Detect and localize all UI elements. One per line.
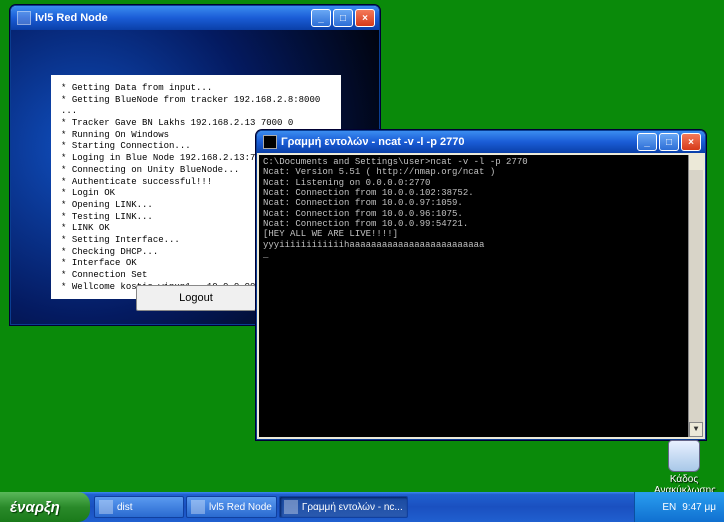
cmd-window: Γραμμή εντολών - ncat -v -l -p 2770 _ □ …: [256, 130, 706, 440]
desktop: lvl5 Red Node _ □ × Getting Data from in…: [0, 0, 724, 522]
maximize-button[interactable]: □: [333, 9, 353, 27]
log-line: Getting Data from input...: [61, 83, 331, 95]
cmd-line: Ncat: Connection from 10.0.0.97:1059.: [263, 198, 463, 208]
taskbar: έναρξη dist lvl5 Red Node Γραμμή εντολών…: [0, 492, 724, 522]
cmd-icon: [284, 500, 298, 514]
cmd-line: Ncat: Version 5.51 ( http://nmap.org/nca…: [263, 167, 495, 177]
logout-button[interactable]: Logout: [136, 285, 256, 311]
cmd-terminal[interactable]: C:\Documents and Settings\user>ncat -v -…: [259, 155, 703, 437]
language-indicator[interactable]: EN: [662, 502, 676, 513]
cmd-title: Γραμμή εντολών - ncat -v -l -p 2770: [281, 136, 637, 148]
start-button[interactable]: έναρξη: [0, 492, 90, 522]
folder-icon: [99, 500, 113, 514]
cmd-line: [HEY ALL WE ARE LIVE!!!!]: [263, 229, 398, 239]
cmd-line: Ncat: Connection from 10.0.0.99:54721.: [263, 219, 468, 229]
rednode-title: lvl5 Red Node: [35, 12, 311, 24]
scroll-down-icon[interactable]: ▼: [689, 422, 703, 437]
cmd-icon: [263, 135, 277, 149]
scroll-track[interactable]: [689, 170, 703, 422]
cmd-line: C:\Documents and Settings\user>ncat -v -…: [263, 157, 528, 167]
taskbar-item-cmd[interactable]: Γραμμή εντολών - nc...: [279, 496, 408, 518]
scrollbar[interactable]: ▲ ▼: [688, 155, 703, 437]
taskbar-item-label: Γραμμή εντολών - nc...: [302, 502, 403, 513]
maximize-button[interactable]: □: [659, 133, 679, 151]
minimize-button[interactable]: _: [311, 9, 331, 27]
app-icon: [17, 11, 31, 25]
log-line: Getting BlueNode from tracker 192.168.2.…: [61, 95, 331, 118]
log-line: Tracker Gave BN Lakhs 192.168.2.13 7000 …: [61, 118, 331, 130]
cmd-line: Ncat: Listening on 0.0.0.0:2770: [263, 178, 430, 188]
recycle-bin[interactable]: Κάδος Ανακύκλωσης: [654, 440, 714, 496]
close-button[interactable]: ×: [681, 133, 701, 151]
cmd-line: yyyiiiiiiiiiiiihaaaaaaaaaaaaaaaaaaaaaaaa…: [263, 240, 484, 250]
taskbar-item-rednode[interactable]: lvl5 Red Node: [186, 496, 277, 518]
cmd-line: _: [263, 250, 268, 260]
recycle-bin-icon: [668, 440, 700, 472]
taskbar-item-dist[interactable]: dist: [94, 496, 184, 518]
task-items: dist lvl5 Red Node Γραμμή εντολών - nc..…: [90, 492, 634, 522]
rednode-titlebar[interactable]: lvl5 Red Node _ □ ×: [11, 6, 379, 30]
system-tray[interactable]: EN 9:47 μμ: [634, 492, 724, 522]
app-icon: [191, 500, 205, 514]
minimize-button[interactable]: _: [637, 133, 657, 151]
cmd-titlebar[interactable]: Γραμμή εντολών - ncat -v -l -p 2770 _ □ …: [257, 131, 705, 153]
cmd-line: Ncat: Connection from 10.0.0.96:1075.: [263, 209, 463, 219]
clock[interactable]: 9:47 μμ: [682, 502, 716, 513]
taskbar-item-label: lvl5 Red Node: [209, 502, 272, 513]
cmd-line: Ncat: Connection from 10.0.0.102:38752.: [263, 188, 474, 198]
taskbar-item-label: dist: [117, 502, 133, 513]
close-button[interactable]: ×: [355, 9, 375, 27]
